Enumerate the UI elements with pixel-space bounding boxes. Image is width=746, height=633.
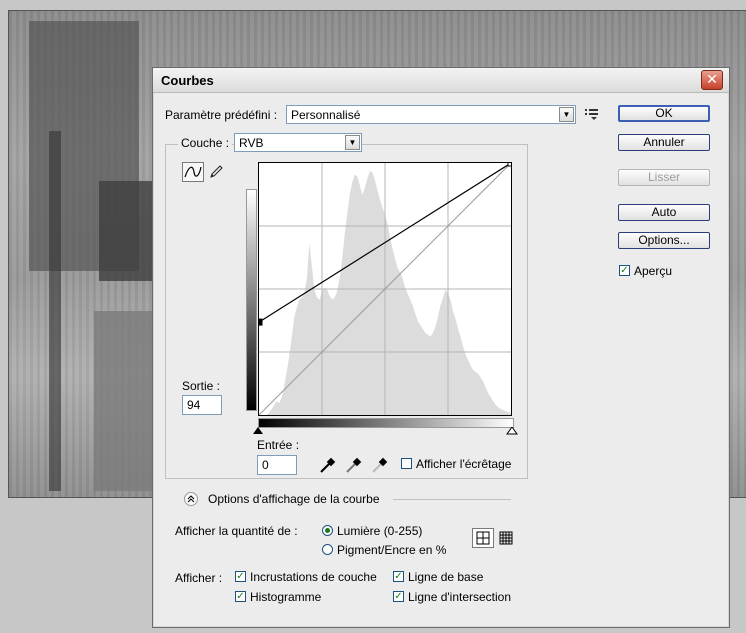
input-label: Entrée :: [257, 438, 300, 452]
curve-point-tool[interactable]: [182, 162, 204, 182]
preview-checkbox[interactable]: ✓: [619, 265, 630, 276]
ok-button[interactable]: OK: [618, 105, 710, 122]
grid-4x4-icon: [476, 531, 490, 545]
channel-overlays-label: Incrustations de couche: [250, 570, 377, 584]
close-icon: ✕: [706, 71, 718, 87]
pigment-radio[interactable]: [322, 544, 333, 555]
baseline-checkbox[interactable]: ✓: [393, 571, 404, 582]
title-bar[interactable]: Courbes ✕: [153, 68, 729, 93]
black-eyedropper-icon[interactable]: [319, 456, 337, 474]
channel-value: RVB: [239, 136, 264, 150]
light-radio[interactable]: [322, 525, 333, 536]
curve-point-icon: [184, 166, 202, 178]
input-field[interactable]: 0: [257, 455, 297, 475]
curves-dialog: Courbes ✕ Paramètre prédéfini : Personna…: [152, 67, 730, 628]
intersection-checkbox[interactable]: ✓: [393, 591, 404, 602]
cancel-button[interactable]: Annuler: [618, 134, 710, 151]
auto-button[interactable]: Auto: [618, 204, 710, 221]
output-input[interactable]: 94: [182, 395, 222, 415]
gray-eyedropper-icon[interactable]: [345, 456, 363, 474]
smooth-button[interactable]: Lisser: [618, 169, 710, 186]
close-button[interactable]: ✕: [701, 70, 723, 90]
divider: [393, 499, 511, 500]
show-amount-label: Afficher la quantité de :: [175, 524, 298, 538]
preview-label: Aperçu: [634, 264, 673, 278]
chevron-down-icon[interactable]: ▼: [345, 135, 360, 150]
channel-select[interactable]: RVB ▼: [234, 133, 362, 152]
options-button[interactable]: Options...: [618, 232, 710, 249]
histogram-label: Histogramme: [250, 590, 322, 604]
channel-overlays-checkbox[interactable]: ✓: [235, 571, 246, 582]
dialog-title: Courbes: [161, 73, 214, 88]
baseline-label: Ligne de base: [408, 570, 484, 584]
channel-label: Couche :: [178, 136, 233, 150]
intersection-label: Ligne d'intersection: [408, 590, 512, 604]
input-gradient-bar: [258, 418, 514, 428]
white-eyedropper-icon[interactable]: [371, 456, 389, 474]
output-label: Sortie :: [182, 379, 221, 393]
light-label: Lumière (0-255): [337, 524, 423, 538]
chevron-down-icon[interactable]: ▼: [559, 107, 574, 122]
show-clipping-checkbox[interactable]: [401, 458, 412, 469]
curve-graph[interactable]: [258, 162, 512, 416]
grid-10x10-icon[interactable]: [499, 531, 515, 545]
output-gradient-bar: [246, 189, 257, 411]
preset-label: Paramètre prédéfini :: [165, 108, 278, 122]
preset-value: Personnalisé: [291, 108, 361, 122]
show-label: Afficher :: [175, 571, 223, 585]
white-point-slider[interactable]: [506, 427, 518, 435]
pigment-label: Pigment/Encre en %: [337, 543, 447, 557]
pencil-icon[interactable]: [208, 164, 224, 180]
show-clipping-label: Afficher l'écrêtage: [416, 457, 512, 471]
display-options-label: Options d'affichage de la courbe: [208, 492, 380, 506]
background-pipe: [49, 131, 61, 491]
histogram-checkbox[interactable]: ✓: [235, 591, 246, 602]
simple-grid-button[interactable]: [472, 528, 494, 548]
preset-menu-icon[interactable]: [585, 108, 599, 120]
preset-select[interactable]: Personnalisé ▼: [286, 105, 576, 124]
double-chevron-up-icon[interactable]: [184, 492, 198, 506]
black-point-slider[interactable]: [252, 427, 264, 435]
